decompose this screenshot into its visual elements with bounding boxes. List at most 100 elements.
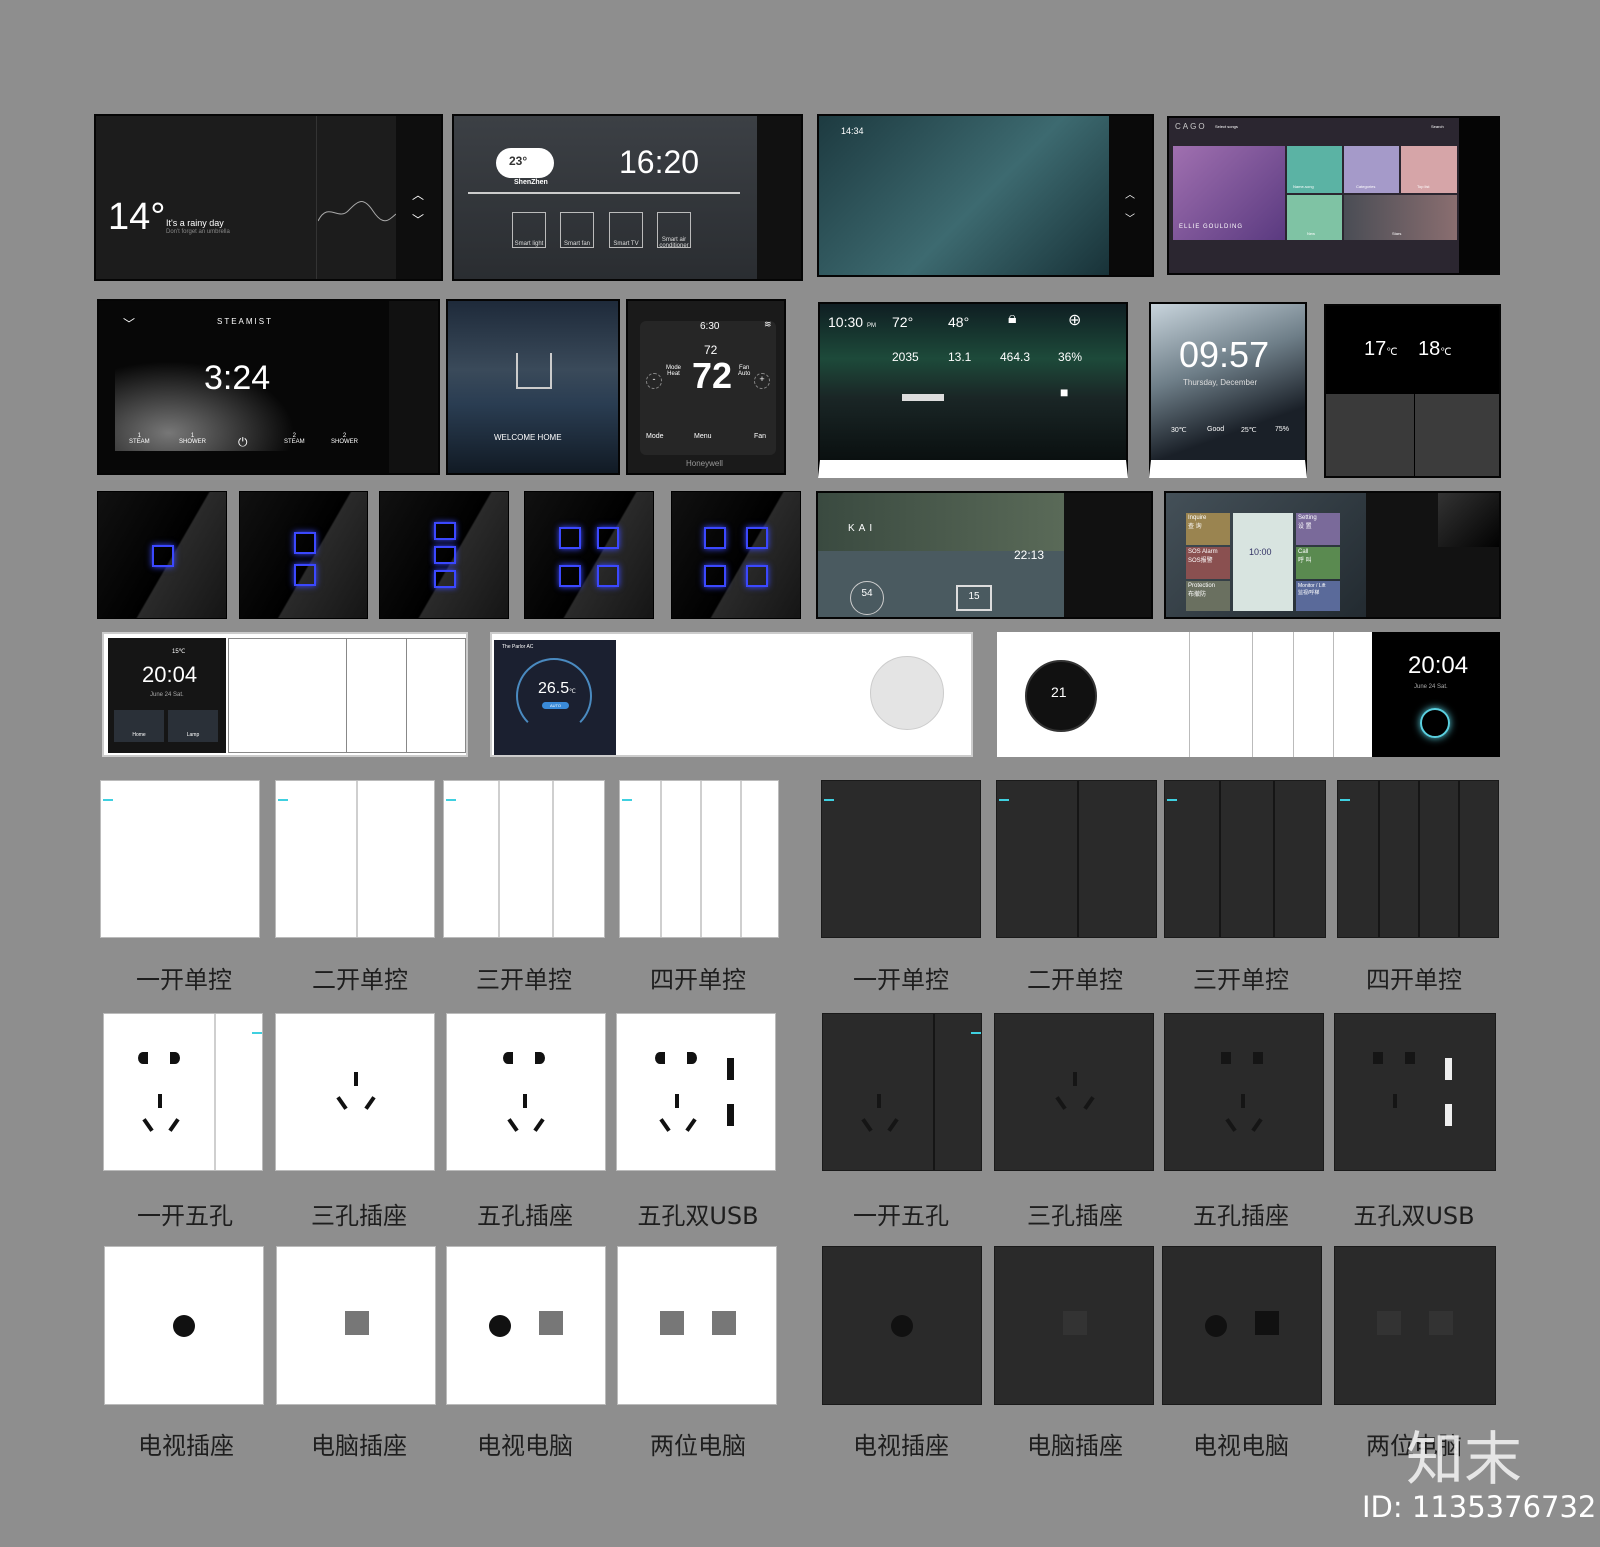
lock-icon[interactable]: 🔒︎ (1008, 310, 1017, 328)
usb-port (727, 1058, 734, 1080)
home-icon (516, 353, 552, 389)
clock: 14:34 (841, 126, 864, 136)
label-2-gang: 二开单控 (1027, 966, 1123, 994)
brand: Honeywell (686, 459, 723, 468)
home-button[interactable]: Home (114, 710, 164, 742)
white-dual-network-socket[interactable] (617, 1246, 777, 1405)
white-tv-socket[interactable] (104, 1246, 264, 1405)
lamp-button[interactable]: Lamp (168, 710, 218, 742)
tile-setting[interactable]: Setting 设 置 (1296, 513, 1340, 545)
tile-protection[interactable]: Protection 布撤防 (1186, 581, 1230, 611)
mode-button[interactable]: AUTO (542, 702, 570, 709)
decrease-button[interactable]: - (646, 373, 662, 389)
shower-1-button[interactable]: 1 SHOWER (179, 433, 206, 445)
steam-1-button[interactable]: 1 STEAM (129, 433, 150, 445)
black-socket-5-hole-dual-usb[interactable] (1334, 1013, 1496, 1171)
black-switch-1-gang[interactable] (821, 780, 981, 938)
label-tv-network: 电视电脑 (477, 1432, 573, 1460)
chevron-down-icon[interactable]: ﹀ (123, 315, 135, 332)
mode-button[interactable]: Mode (646, 433, 664, 440)
device-title: The Parlor AC (502, 644, 534, 650)
black-switch-3-gang[interactable] (1164, 780, 1326, 938)
tile-name-song[interactable]: Name-song (1287, 146, 1342, 193)
smart-fan-button[interactable]: Smart fan (560, 212, 594, 248)
curtain-open-button[interactable] (1415, 394, 1499, 476)
black-tv-network-socket[interactable] (1162, 1246, 1322, 1405)
power-icon[interactable]: ⏻ (238, 435, 248, 450)
tile-sos[interactable]: SOS Alarm SOS报警 (1186, 547, 1230, 579)
black-switch-4-gang[interactable] (1337, 780, 1499, 938)
target-icon[interactable]: ⊕ (1068, 310, 1081, 330)
touch-switch-2-gang[interactable] (239, 491, 368, 619)
black-dual-network-socket[interactable] (1334, 1246, 1496, 1405)
set-temperature: 26.5℃ (538, 680, 576, 697)
steam-2-button[interactable]: 2 STEAM (284, 433, 305, 445)
white-network-socket[interactable] (276, 1246, 436, 1405)
white-socket-3-hole[interactable] (275, 1013, 435, 1171)
date: June 24 Sat. (1414, 684, 1448, 690)
touch-switch-4-gang-labeled[interactable] (671, 491, 801, 619)
kai-panel: KAI 22:13 54 15 (816, 491, 1153, 619)
combo-panel-a: 15℃ 20:04 June 24 Sat. Home Lamp (102, 632, 468, 757)
chevron-up-icon[interactable]: ︿ (412, 186, 424, 203)
nav-search[interactable]: Search (1431, 124, 1444, 129)
round-knob[interactable] (870, 656, 944, 730)
touch-switch-4-gang[interactable] (524, 491, 654, 619)
outdoor-temp: 48° (948, 314, 970, 330)
black-tv-socket[interactable] (822, 1246, 982, 1405)
black-network-socket[interactable] (994, 1246, 1154, 1405)
clock: 6:30 (700, 321, 720, 332)
white-tv-network-socket[interactable] (446, 1246, 606, 1405)
tile-monitor[interactable]: Monitor / Lift 监视/呼梯 (1296, 581, 1340, 611)
usb-port (1445, 1104, 1452, 1126)
indoor-temp: 72° (892, 314, 914, 330)
smart-light-button[interactable]: Smart light (512, 212, 546, 248)
curtain-close-button[interactable] (1326, 394, 1414, 476)
round-thermostat[interactable]: 21 (1025, 660, 1097, 732)
tile-top-list[interactable]: Top list (1401, 146, 1457, 193)
white-switch-4-gang[interactable] (619, 780, 779, 938)
increase-button[interactable]: + (754, 373, 770, 389)
chevron-down-icon[interactable]: ﹀ (412, 211, 424, 228)
tile-stars[interactable]: Stars (1344, 195, 1457, 240)
smart-tv-button[interactable]: Smart TV (609, 212, 643, 248)
aurora-dashboard: 10:30 PM 72° 48° 🔒︎ ⊕ 2035 13.1 464.3 36… (818, 302, 1128, 478)
chevron-up-icon[interactable]: ︿ (1125, 186, 1135, 201)
menu-button[interactable]: Menu (694, 433, 712, 440)
value-2: 13.1 (948, 350, 972, 364)
chevron-down-icon[interactable]: ﹀ (1125, 210, 1135, 225)
white-switch-2-gang[interactable] (275, 780, 435, 938)
combo-panel-b: The Parlor AC 26.5℃ AUTO (490, 632, 973, 757)
tile-inquire[interactable]: Inquire 查 询 (1186, 513, 1230, 545)
label-network-socket: 电脑插座 (1027, 1432, 1123, 1460)
white-socket-5-hole-dual-usb[interactable] (616, 1013, 776, 1171)
black-switch-socket-5-hole[interactable] (822, 1013, 982, 1171)
touch-switch-3-gang[interactable] (379, 491, 509, 619)
smart-ac-button[interactable]: Smart air conditioner (657, 212, 691, 249)
stat-indoor: 25℃ (1241, 427, 1257, 434)
outdoor-temp: 23° (509, 154, 528, 168)
black-socket-5-hole[interactable] (1164, 1013, 1324, 1171)
label-5-hole: 五孔插座 (477, 1202, 573, 1230)
clock: 22:13 (1014, 548, 1045, 562)
nav-select-songs[interactable]: Select songs (1215, 124, 1238, 129)
label-3-gang: 三开单控 (476, 966, 572, 994)
white-switch-1-gang[interactable] (100, 780, 260, 938)
tile-call[interactable]: Call 呼 叫 (1296, 547, 1340, 579)
fan-button[interactable]: Fan (754, 433, 766, 440)
tile-categories[interactable]: Categories (1344, 146, 1399, 193)
label-network-socket: 电脑插座 (311, 1432, 407, 1460)
label-3-hole: 三孔插座 (311, 1202, 407, 1230)
white-switch-socket-5-hole[interactable] (103, 1013, 263, 1171)
combo-panel-c: 21 20:04 June 24 Sat. (997, 632, 1500, 757)
camera-icon[interactable]: ■ (1060, 384, 1068, 400)
black-socket-3-hole[interactable] (994, 1013, 1154, 1171)
tile-new[interactable]: New (1287, 195, 1342, 240)
touch-switch-1-gang[interactable] (97, 491, 227, 619)
microphone-button[interactable] (1420, 708, 1450, 738)
white-switch-3-gang[interactable] (443, 780, 605, 938)
black-switch-2-gang[interactable] (996, 780, 1157, 938)
label-1-gang: 一开单控 (136, 966, 232, 994)
white-socket-5-hole[interactable] (446, 1013, 606, 1171)
shower-2-button[interactable]: 2 SHOWER (331, 433, 358, 445)
